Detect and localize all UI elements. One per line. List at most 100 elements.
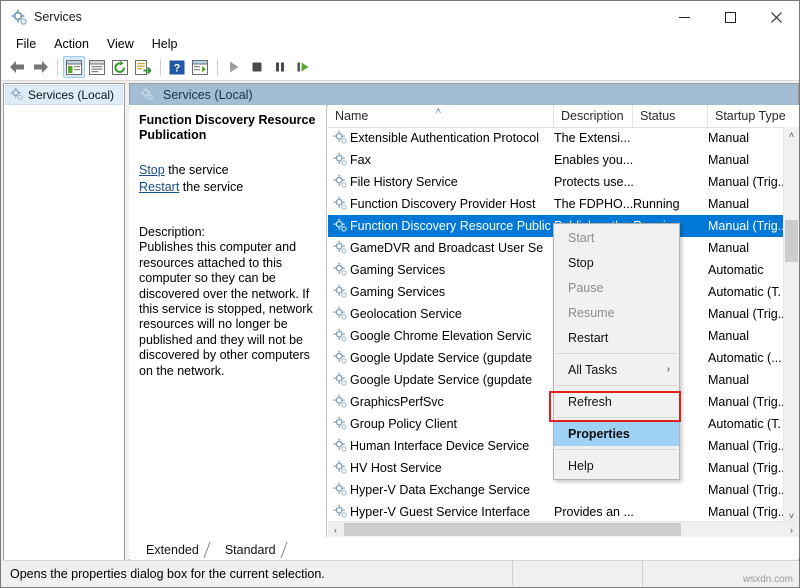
context-menu-separator — [556, 417, 677, 418]
tab-extended[interactable]: Extended — [137, 541, 208, 559]
forward-icon[interactable] — [29, 56, 51, 78]
restart-service-icon[interactable] — [292, 56, 314, 78]
service-gear-icon — [333, 460, 348, 478]
table-row[interactable]: Extensible Authentication ProtocolThe Ex… — [328, 127, 784, 149]
service-startup-type: Manual — [708, 237, 749, 259]
title-bar: Services — [1, 1, 799, 34]
menu-view[interactable]: View — [98, 34, 143, 54]
toolbar-separator — [57, 59, 58, 76]
column-header-description[interactable]: Description — [554, 105, 633, 127]
service-gear-icon — [333, 130, 348, 148]
stop-service-link-row: Stop the service — [139, 162, 318, 179]
service-name: GameDVR and Broadcast User Se — [350, 237, 543, 259]
properties-icon[interactable] — [86, 56, 108, 78]
column-header-startup-type[interactable]: Startup Type — [708, 105, 799, 127]
show-hide-action-pane-icon[interactable] — [189, 56, 211, 78]
window-controls — [661, 1, 799, 34]
maximize-button[interactable] — [707, 1, 753, 34]
list-column-headers: Name ˄ Description Status Startup Type — [328, 105, 799, 128]
service-startup-type: Manual (Trig.. — [708, 303, 784, 325]
service-gear-icon — [333, 306, 348, 324]
context-menu-item-refresh[interactable]: Refresh — [554, 389, 679, 414]
export-list-icon[interactable] — [132, 56, 154, 78]
context-menu-item-start: Start — [554, 225, 679, 250]
vertical-scrollbar[interactable]: ˄ ˅ — [783, 127, 799, 523]
submenu-chevron-icon: › — [667, 357, 670, 382]
service-gear-icon — [333, 218, 348, 236]
service-name: Human Interface Device Service — [350, 435, 529, 457]
column-header-description-label: Description — [561, 109, 624, 123]
svg-text:?: ? — [174, 62, 181, 74]
context-menu-item-stop[interactable]: Stop — [554, 250, 679, 275]
context-menu-item-label: Restart — [568, 331, 608, 345]
tab-standard-label: Standard — [225, 543, 276, 557]
service-startup-type: Manual (Trig.. — [708, 171, 784, 193]
help-icon[interactable]: ? — [166, 56, 188, 78]
service-name: File History Service — [350, 171, 458, 193]
service-name: GraphicsPerfSvc — [350, 391, 444, 413]
sort-ascending-caret-icon: ˄ — [436, 106, 442, 117]
context-menu-item-restart[interactable]: Restart — [554, 325, 679, 350]
menu-file[interactable]: File — [7, 34, 45, 54]
service-startup-type: Manual — [708, 127, 749, 149]
show-hide-console-tree-icon[interactable] — [63, 56, 85, 78]
scroll-up-arrow-icon[interactable]: ˄ — [784, 127, 799, 142]
service-name: Geolocation Service — [350, 303, 462, 325]
vertical-scroll-thumb[interactable] — [785, 220, 798, 262]
tab-standard[interactable]: Standard — [216, 541, 285, 559]
service-gear-icon — [333, 240, 348, 258]
context-menu-separator — [556, 385, 677, 386]
start-service-icon[interactable] — [223, 56, 245, 78]
service-startup-type: Manual (Trig.. — [708, 501, 784, 523]
stop-service-link[interactable]: Stop — [139, 163, 165, 177]
service-name: Google Update Service (gupdate — [350, 369, 532, 391]
stop-service-icon[interactable] — [246, 56, 268, 78]
window-title: Services — [34, 9, 82, 26]
horizontal-scroll-thumb[interactable] — [344, 523, 681, 536]
toolbar: ? — [1, 54, 799, 81]
status-bar-divider — [642, 561, 644, 586]
context-menu-item-label: Help — [568, 459, 594, 473]
context-menu-item-help[interactable]: Help — [554, 453, 679, 478]
service-name: Extensible Authentication Protocol — [350, 127, 539, 149]
pane-tabstrip: Services (Local) — [130, 84, 798, 106]
table-row[interactable]: Hyper-V Data Exchange ServiceManual (Tri… — [328, 479, 784, 501]
service-name: Hyper-V Data Exchange Service — [350, 479, 530, 501]
stop-link-suffix: the service — [165, 163, 229, 177]
tab-services-local[interactable]: Services (Local) — [130, 84, 330, 106]
close-button[interactable] — [753, 1, 799, 34]
back-icon[interactable] — [6, 56, 28, 78]
service-gear-icon — [333, 438, 348, 456]
service-name: Gaming Services — [350, 281, 445, 303]
menu-action[interactable]: Action — [45, 34, 98, 54]
table-row[interactable]: Function Discovery Provider HostThe FDPH… — [328, 193, 784, 215]
status-bar-text: Opens the properties dialog box for the … — [2, 567, 325, 581]
column-header-status[interactable]: Status — [633, 105, 708, 127]
context-menu-item-properties[interactable]: Properties — [554, 421, 679, 446]
service-gear-icon — [333, 284, 348, 302]
table-row[interactable]: FaxEnables you...Manual — [328, 149, 784, 171]
scroll-right-arrow-icon[interactable]: › — [784, 522, 799, 537]
service-name: Fax — [350, 149, 371, 171]
tab-divider — [279, 541, 289, 559]
sidebar-item-services-local[interactable]: Services (Local) — [5, 85, 123, 105]
status-bar-divider — [512, 561, 514, 586]
context-menu-item-label: Pause — [568, 281, 603, 295]
table-row[interactable]: File History ServiceProtects use...Manua… — [328, 171, 784, 193]
pause-service-icon[interactable] — [269, 56, 291, 78]
restart-service-link[interactable]: Restart — [139, 180, 179, 194]
column-header-name[interactable]: Name ˄ — [328, 105, 554, 127]
restart-link-suffix: the service — [179, 180, 243, 194]
context-menu-item-all-tasks[interactable]: All Tasks› — [554, 357, 679, 382]
horizontal-scrollbar[interactable]: ‹ › — [328, 521, 799, 537]
menu-help[interactable]: Help — [143, 34, 187, 54]
service-name: Hyper-V Guest Service Interface — [350, 501, 530, 523]
service-name: Google Update Service (gupdate — [350, 347, 532, 369]
service-description-block: Description: Publishes this computer and… — [139, 225, 318, 379]
refresh-icon[interactable] — [109, 56, 131, 78]
service-gear-icon — [333, 504, 348, 522]
minimize-button[interactable] — [661, 1, 707, 34]
service-description: The FDPHO... — [554, 193, 633, 215]
scroll-left-arrow-icon[interactable]: ‹ — [328, 522, 343, 537]
table-row[interactable]: Hyper-V Guest Service InterfaceProvides … — [328, 501, 784, 523]
